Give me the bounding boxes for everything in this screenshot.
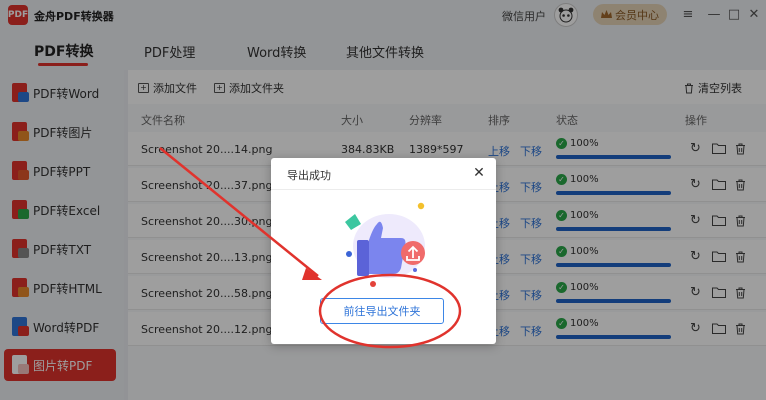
open-export-folder-button[interactable]: 前往导出文件夹 xyxy=(320,298,444,324)
dialog-header: 导出成功 ✕ xyxy=(271,158,496,190)
close-icon[interactable]: ✕ xyxy=(470,164,488,182)
export-success-dialog: 导出成功 ✕ 前往导出文件夹 xyxy=(271,158,496,344)
thumbs-up-export-illustration xyxy=(345,202,425,287)
dialog-title: 导出成功 xyxy=(287,169,331,182)
